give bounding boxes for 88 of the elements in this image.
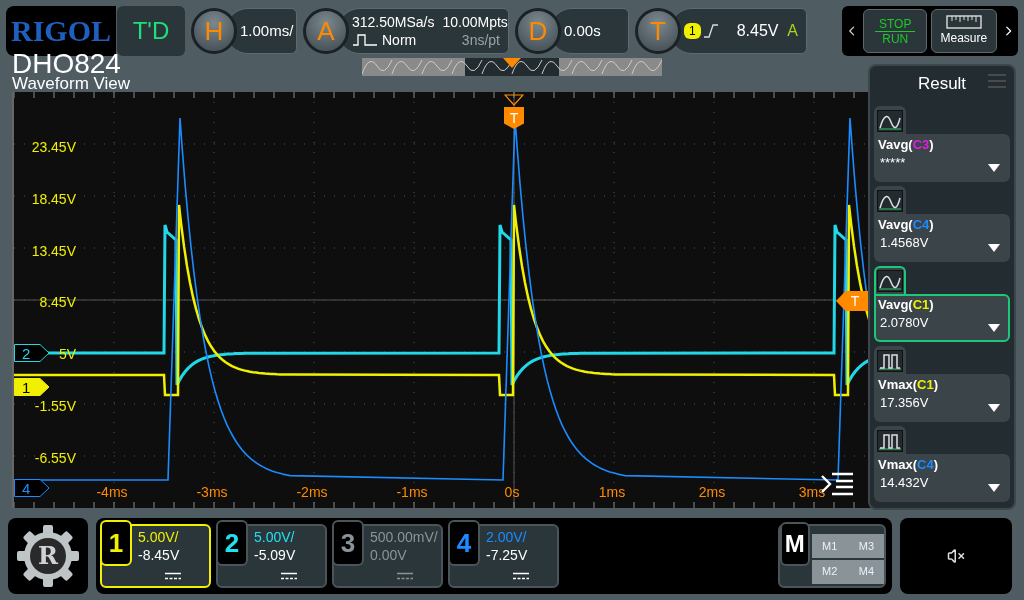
timebase-mode-button[interactable]: T'D	[117, 6, 185, 56]
run-stop-button[interactable]: STOP RUN	[863, 9, 928, 53]
measurement-card[interactable]: Vavg(C3) *****	[874, 134, 1010, 182]
channel-scale: 5.00V/	[138, 528, 180, 546]
measurement-card[interactable]: Vavg(C4) 1.4568V	[874, 214, 1010, 262]
brand-logo: RIGOL	[11, 16, 111, 46]
measurement-label: Vmax(C1)	[878, 376, 939, 394]
channel-marker[interactable]: 2	[14, 344, 50, 362]
measurement-card[interactable]: Vavg(C1) 2.0780V	[874, 294, 1010, 342]
measurement-card[interactable]: Vmax(C1) 17.356V	[874, 374, 1010, 422]
measurement-type-icon	[877, 270, 903, 292]
channel-scale: 5.00V/	[254, 528, 296, 546]
dropdown-icon[interactable]	[988, 164, 1000, 172]
measurement-tab[interactable]	[874, 346, 906, 374]
measurement-label: Vavg(C3)	[878, 136, 935, 154]
channel-marker[interactable]: 1	[14, 378, 50, 396]
dc-coupling-icon	[165, 572, 181, 580]
measure-button[interactable]: Measure	[931, 9, 997, 53]
measurement-tab[interactable]	[874, 426, 906, 454]
trigger-source-badge: 1	[684, 23, 701, 39]
measurement-value: 2.0780V	[879, 314, 929, 332]
ruler-icon	[945, 15, 982, 29]
channel-number: 3	[332, 520, 364, 566]
view-title: Waveform View	[12, 76, 132, 92]
dropdown-icon[interactable]	[988, 404, 1000, 412]
voltage-axis-label: 23.45V	[31, 139, 76, 155]
voltage-axis-label: -6.55V	[34, 449, 76, 466]
measurement-label: Vmax(C4)	[878, 456, 939, 474]
memory-depth: 10.00Mpts	[442, 13, 508, 31]
channel-offset: -5.09V	[254, 546, 296, 564]
measurement-type-icon	[877, 110, 903, 132]
dc-coupling-icon	[513, 572, 529, 580]
math-label: M	[780, 522, 810, 566]
channel-scale: 500.00mV/	[370, 528, 438, 546]
measurement-label: Vavg(C4)	[878, 216, 935, 234]
time-axis-label: -4ms	[95, 484, 129, 500]
measurement-type-icon	[877, 430, 903, 452]
measurement-tab[interactable]	[874, 186, 906, 214]
voltage-axis-label: 18.45V	[31, 190, 76, 207]
channel-offset: -8.45V	[138, 546, 180, 564]
measurement-label: Vavg(C1)	[878, 296, 935, 314]
trigger-sweep: A	[787, 21, 798, 41]
measurement-tab[interactable]	[874, 266, 906, 294]
pulse-waveform-icon	[352, 33, 378, 47]
channel-number: 2	[216, 520, 248, 566]
channel-marker[interactable]: 4	[14, 479, 50, 497]
channel-number: 4	[448, 520, 480, 566]
time-axis-label: 2ms	[697, 484, 727, 500]
panel-title: Result	[917, 73, 967, 96]
dropdown-icon[interactable]	[988, 324, 1000, 332]
delay-value: 0.00s	[564, 20, 601, 41]
measurement-value: *****	[879, 154, 906, 172]
logo-panel[interactable]: R	[8, 518, 88, 594]
time-axis-label: 1ms	[597, 484, 627, 500]
time-axis-label: 0s	[503, 484, 521, 500]
trigger-level: 8.45V	[736, 21, 779, 41]
dc-coupling-icon	[397, 572, 413, 580]
channel-offset: 0.00V	[370, 546, 408, 564]
dc-coupling-icon	[281, 572, 297, 580]
measurement-tab[interactable]	[874, 106, 906, 134]
channel-number: 1	[100, 520, 132, 566]
gear-icon	[15, 523, 81, 589]
dropdown-icon[interactable]	[988, 484, 1000, 492]
time-resolution: 3ns/pt	[461, 31, 500, 49]
channel-scale: 2.00V/	[486, 528, 528, 546]
measurement-card[interactable]: Vmax(C4) 14.432V	[874, 454, 1010, 502]
horizontal-scale: 1.00ms/	[240, 20, 294, 41]
time-axis-label: 3ms	[797, 484, 827, 500]
voltage-axis-label: -1.55V	[34, 398, 76, 414]
sample-rate: 312.50MSa/s	[352, 13, 435, 31]
measurement-type-icon	[877, 190, 903, 212]
logo-letter: R	[38, 544, 58, 568]
trigger-position-icon	[504, 94, 524, 106]
time-axis-label: -1ms	[395, 484, 429, 500]
measurement-value: 17.356V	[879, 394, 929, 412]
time-axis-label: -2ms	[295, 484, 329, 500]
measurement-value: 14.432V	[879, 474, 929, 492]
time-axis-label: -3ms	[195, 484, 229, 500]
dropdown-icon[interactable]	[988, 244, 1000, 252]
measurement-type-icon	[877, 350, 903, 372]
acquire-mode: Norm	[382, 31, 417, 49]
voltage-axis-label: 13.45V	[31, 242, 76, 259]
voltage-axis-label: 5V	[58, 346, 76, 363]
measurement-value: 1.4568V	[879, 234, 929, 252]
rising-edge-icon	[702, 23, 719, 39]
channel-offset: -7.25V	[486, 546, 528, 564]
mute-icon	[947, 547, 965, 565]
voltage-axis-label: 8.45V	[39, 294, 76, 311]
